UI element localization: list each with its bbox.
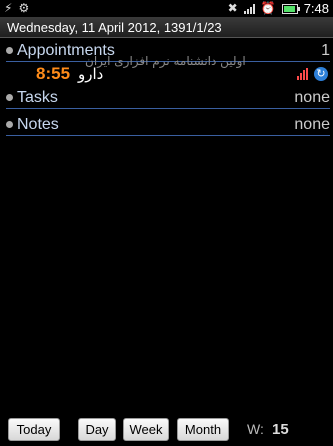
week-number-label: W: bbox=[247, 421, 264, 437]
day-button[interactable]: Day bbox=[78, 418, 116, 441]
bullet-icon bbox=[6, 121, 13, 128]
week-number-value: 15 bbox=[272, 421, 289, 438]
bullet-icon bbox=[6, 94, 13, 101]
alarm-clock-icon: ⏰ bbox=[260, 1, 276, 15]
date-header: Wednesday, 11 April 2012, 1391/1/23 bbox=[0, 17, 333, 38]
appointment-item[interactable]: 8:55 دارو ↻ bbox=[14, 63, 332, 85]
appointment-time: 8:55 bbox=[36, 64, 71, 83]
month-button[interactable]: Month bbox=[177, 418, 229, 441]
section-label: Tasks bbox=[17, 88, 58, 106]
android-debug-icon: ⚙ bbox=[18, 1, 30, 15]
section-notes[interactable]: Notes none bbox=[6, 114, 330, 136]
sync-icon: ↻ bbox=[314, 67, 328, 81]
appointment-title: دارو bbox=[78, 65, 104, 83]
mute-icon: ✖ bbox=[227, 1, 238, 15]
reminder-icon bbox=[297, 68, 308, 80]
signal-icon bbox=[243, 3, 255, 14]
usb-icon: ⚡ bbox=[4, 1, 13, 15]
status-left: ⚡ ⚙ bbox=[4, 0, 29, 17]
bottom-toolbar: Today Day Week Month W: 15 bbox=[0, 418, 333, 442]
section-count: none bbox=[294, 88, 330, 106]
status-bar: ⚡ ⚙ ✖ ⏰ 7:48 bbox=[0, 0, 333, 17]
status-right: ✖ ⏰ 7:48 bbox=[228, 0, 329, 17]
section-count: none bbox=[294, 115, 330, 133]
battery-icon bbox=[281, 3, 300, 14]
bullet-icon bbox=[6, 47, 13, 54]
week-button[interactable]: Week bbox=[123, 418, 169, 441]
status-time: 7:48 bbox=[303, 1, 329, 16]
section-label: Notes bbox=[17, 115, 59, 133]
section-count: 1 bbox=[321, 41, 330, 59]
section-tasks[interactable]: Tasks none bbox=[6, 87, 330, 109]
today-button[interactable]: Today bbox=[8, 418, 60, 441]
